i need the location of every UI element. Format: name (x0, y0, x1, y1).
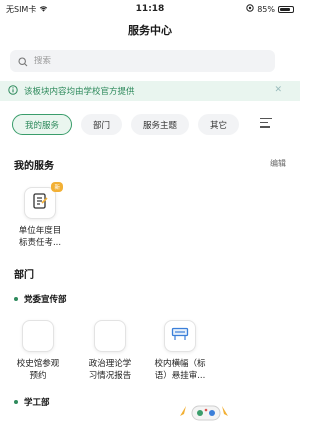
search-icon (18, 52, 28, 71)
edit-button[interactable]: 编辑 (270, 158, 286, 169)
notice-text: 该板块内容均由学校官方提供 (24, 87, 135, 97)
close-icon[interactable]: ✕ (274, 85, 282, 95)
group-name: 学工部 (24, 398, 50, 408)
tab-others[interactable]: 其它 (198, 114, 240, 135)
service-label-line2: 标责任考... (18, 238, 62, 248)
tab-service-topics[interactable]: 服务主题 (131, 114, 190, 135)
service-label: 政治理论学 习情况报告 (80, 358, 140, 382)
service-label: 校史馆参观 预约 (8, 358, 68, 382)
service-label-line2: 预约 (29, 371, 47, 381)
service-label-line2: 语）悬挂审... (154, 371, 206, 381)
service-label-line1: 政治理论学 (88, 359, 132, 369)
group-title-student-affairs: 学工部 (14, 396, 50, 408)
service-icon-box (94, 320, 126, 352)
service-label-line2: 习情况报告 (88, 371, 132, 381)
service-icon-box: 新 (24, 182, 63, 219)
category-tabs: 我的服务 部门 服务主题 其它 (12, 114, 240, 135)
banner-icon (171, 326, 189, 346)
tab-departments[interactable]: 部门 (81, 114, 123, 135)
group-name: 党委宣传部 (24, 295, 67, 305)
service-item[interactable]: 新 单位年度目 标责任考... (10, 182, 70, 249)
my-services-title: 我的服务 (14, 161, 54, 172)
service-item[interactable]: 校内横幅（标 语）悬挂审... (148, 320, 212, 382)
battery-icon (278, 5, 294, 13)
service-icon-box (164, 320, 196, 352)
service-label-line1: 校史馆参观 (16, 359, 60, 369)
battery-fill (280, 7, 291, 11)
mascot-icon[interactable] (176, 394, 236, 424)
service-label: 单位年度目 标责任考... (10, 225, 70, 249)
departments-title: 部门 (14, 270, 34, 281)
menu-icon[interactable] (260, 118, 272, 131)
service-icon-box (22, 320, 54, 352)
bullet-dot (14, 297, 18, 301)
search-bar[interactable] (10, 50, 275, 72)
status-bar: 无SIM卡 11:18 85% (0, 0, 300, 18)
new-badge: 新 (51, 182, 63, 192)
service-item[interactable]: 政治理论学 习情况报告 (80, 320, 140, 382)
service-label-line1: 校内横幅（标 (154, 359, 206, 369)
checklist-icon (32, 192, 48, 214)
service-label: 校内横幅（标 语）悬挂审... (148, 358, 212, 382)
bullet-dot (14, 400, 18, 404)
group-title-publicity: 党委宣传部 (14, 293, 67, 305)
service-item[interactable]: 校史馆参观 预约 (8, 320, 68, 382)
tab-my-services[interactable]: 我的服务 (12, 114, 73, 135)
notice-banner: 该板块内容均由学校官方提供 ✕ (0, 81, 300, 101)
service-label-line1: 单位年度目 (18, 226, 62, 236)
info-icon (8, 84, 18, 98)
battery-text: 85% (257, 4, 275, 14)
status-right: 85% (246, 4, 294, 14)
page-title: 服务中心 (128, 24, 172, 37)
location-icon (246, 4, 254, 14)
search-input[interactable] (34, 56, 234, 66)
